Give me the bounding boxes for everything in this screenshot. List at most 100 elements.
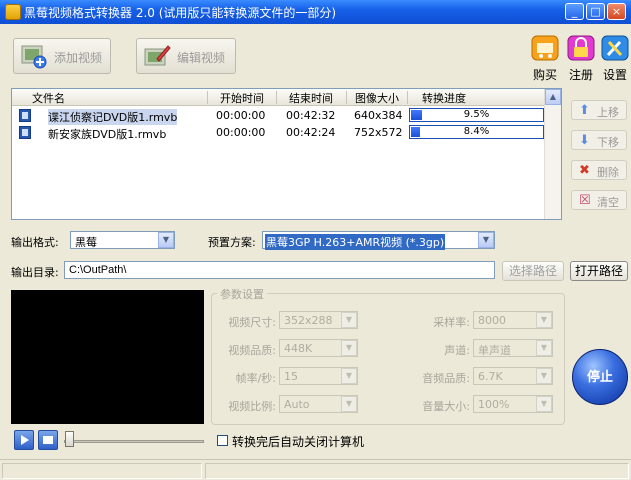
status-panel — [2, 463, 202, 479]
add-video-button[interactable]: 添加视频 — [13, 38, 111, 74]
chevron-down-icon[interactable]: ▼ — [341, 340, 357, 356]
status-bar — [0, 459, 631, 480]
title-bar[interactable]: 黑莓视频格式转换器 2.0 (试用版只能转换源文件的一部分) _ □ × — [0, 0, 631, 24]
scroll-up-arrow-icon[interactable]: ▲ — [545, 89, 561, 105]
film-icon — [19, 109, 31, 122]
choose-path-button[interactable]: 选择路径 — [502, 261, 564, 281]
chevron-down-icon[interactable]: ▼ — [478, 232, 494, 248]
maximize-button[interactable]: □ — [586, 3, 605, 20]
close-button[interactable]: × — [607, 3, 626, 20]
add-video-label: 添加视频 — [54, 51, 103, 65]
progress-bar: 9.5% — [409, 108, 544, 122]
aspect-value: Auto — [284, 398, 310, 411]
column-separator — [207, 91, 208, 104]
film-icon — [19, 126, 31, 139]
image-size: 752x572 — [354, 126, 403, 139]
edit-video-label: 编辑视频 — [177, 51, 226, 65]
chevron-down-icon[interactable]: ▼ — [158, 232, 174, 248]
file-row[interactable]: 新安家族DVD版1.rmvb 00:00:00 00:42:24 752x572… — [14, 125, 544, 141]
sample-rate-select[interactable]: 8000 ▼ — [473, 311, 553, 329]
shutdown-label: 转换完后自动关闭计算机 — [232, 435, 365, 449]
audio-quality-label: 音频品质: — [422, 372, 470, 385]
play-button[interactable] — [14, 430, 34, 450]
video-size-value: 352x288 — [284, 314, 333, 327]
minimize-button[interactable]: _ — [565, 3, 584, 20]
volume-select[interactable]: 100% ▼ — [473, 395, 553, 413]
column-header-filename[interactable]: 文件名 — [32, 90, 65, 105]
chevron-down-icon[interactable]: ▼ — [536, 396, 552, 412]
audio-quality-select[interactable]: 6.7K ▼ — [473, 367, 553, 385]
delete-label: 删除 — [597, 166, 619, 179]
stop-preview-button[interactable] — [38, 430, 58, 450]
column-header-end[interactable]: 结束时间 — [289, 90, 333, 105]
file-row[interactable]: 谍江侦察记DVD版1.rmvb 00:00:00 00:42:32 640x38… — [14, 108, 544, 125]
volume-value: 100% — [478, 398, 510, 411]
add-video-icon — [21, 45, 47, 69]
file-name: 谍江侦察记DVD版1.rmvb — [48, 109, 178, 125]
video-preview — [11, 290, 204, 424]
chevron-down-icon[interactable]: ▼ — [536, 312, 552, 328]
shutdown-checkbox[interactable] — [217, 435, 228, 446]
seek-slider-thumb[interactable] — [65, 431, 74, 447]
start-time: 00:00:00 — [216, 109, 266, 122]
window-title: 黑莓视频格式转换器 2.0 (试用版只能转换源文件的一部分) — [24, 6, 337, 20]
fps-value: 15 — [284, 370, 298, 383]
column-header-start[interactable]: 开始时间 — [220, 90, 264, 105]
preset-select[interactable]: 黑莓3GP H.263+AMR视频 (*.3gp) ▼ — [262, 231, 495, 250]
output-format-value: 黑莓 — [75, 236, 97, 249]
edit-video-button[interactable]: 编辑视频 — [136, 38, 236, 74]
fps-select[interactable]: 15 ▼ — [279, 367, 358, 385]
chevron-down-icon[interactable]: ▼ — [536, 340, 552, 356]
delete-x-icon: ✖ — [579, 163, 590, 178]
sample-rate-label: 采样率: — [433, 316, 470, 329]
column-separator — [407, 91, 408, 104]
settings-label: 设置 — [602, 68, 627, 82]
clear-button[interactable]: ☒ 清空 — [571, 190, 627, 210]
move-down-label: 下移 — [597, 136, 619, 149]
chevron-down-icon[interactable]: ▼ — [341, 396, 357, 412]
play-icon — [21, 435, 29, 445]
column-header-progress[interactable]: 转换进度 — [422, 90, 466, 105]
move-up-button[interactable]: ⬆ 上移 — [571, 100, 627, 120]
column-separator — [346, 91, 347, 104]
file-name: 新安家族DVD版1.rmvb — [48, 128, 167, 141]
end-time: 00:42:24 — [286, 126, 336, 139]
end-time: 00:42:32 — [286, 109, 336, 122]
tools-icon — [601, 35, 629, 61]
open-path-button[interactable]: 打开路径 — [570, 261, 628, 281]
output-format-select[interactable]: 黑莓 ▼ — [70, 231, 175, 249]
stop-icon — [43, 436, 53, 444]
chevron-down-icon[interactable]: ▼ — [341, 368, 357, 384]
sample-rate-value: 8000 — [478, 314, 506, 327]
column-separator — [276, 91, 277, 104]
channels-select[interactable]: 单声道 ▼ — [473, 339, 553, 357]
chevron-down-icon[interactable]: ▼ — [341, 312, 357, 328]
aspect-select[interactable]: Auto ▼ — [279, 395, 358, 413]
start-time: 00:00:00 — [216, 126, 266, 139]
progress-text: 9.5% — [463, 109, 490, 120]
list-scrollbar[interactable]: ▲ — [544, 89, 561, 219]
status-panel — [205, 463, 629, 479]
seek-slider-track[interactable] — [64, 440, 204, 443]
video-size-label: 视频尺寸: — [228, 316, 276, 329]
video-quality-select[interactable]: 448K ▼ — [279, 339, 358, 357]
file-list-header: 文件名 开始时间 结束时间 图像大小 转换进度 — [12, 89, 561, 106]
video-quality-label: 视频品质: — [228, 344, 276, 357]
clear-label: 清空 — [597, 196, 619, 209]
preset-label: 预置方案: — [208, 236, 256, 249]
column-header-size[interactable]: 图像大小 — [355, 90, 399, 105]
video-size-select[interactable]: 352x288 ▼ — [279, 311, 358, 329]
delete-button[interactable]: ✖ 删除 — [571, 160, 627, 180]
progress-bar: 8.4% — [409, 125, 544, 139]
file-list[interactable]: 文件名 开始时间 结束时间 图像大小 转换进度 谍江侦察记DVD版1.rmvb … — [11, 88, 562, 220]
preset-value: 黑莓3GP H.263+AMR视频 (*.3gp) — [265, 234, 446, 250]
move-down-button[interactable]: ⬇ 下移 — [571, 130, 627, 150]
progress-text: 8.4% — [463, 126, 490, 137]
output-dir-input[interactable] — [64, 261, 495, 279]
chevron-down-icon[interactable]: ▼ — [536, 368, 552, 384]
stop-button[interactable]: 停止 — [572, 349, 628, 405]
fps-label: 帧率/秒: — [235, 372, 276, 385]
output-format-label: 输出格式: — [11, 236, 59, 249]
clear-list-icon: ☒ — [579, 193, 591, 208]
output-dir-label: 输出目录: — [11, 266, 59, 279]
